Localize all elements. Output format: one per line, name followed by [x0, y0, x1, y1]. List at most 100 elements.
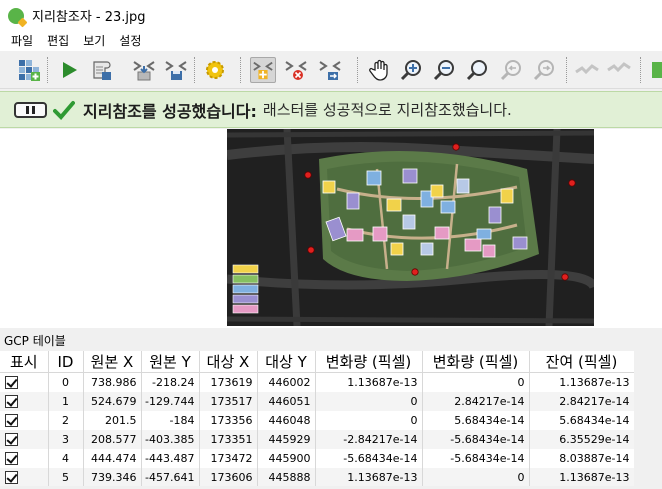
map-canvas[interactable] [0, 129, 662, 328]
title-bar: 지리참조자 - 23.jpg [0, 0, 662, 31]
zoom-in-icon[interactable] [399, 57, 425, 83]
full-histogram-stretch-icon[interactable] [646, 57, 662, 83]
checkbox-checked-icon[interactable] [5, 413, 18, 427]
cell-residual: 8.03887e-14 [529, 448, 634, 468]
cell-residual: 2.84217e-14 [529, 391, 634, 411]
enabled-checkbox[interactable] [0, 410, 49, 430]
message-title: 지리참조를 성공했습니다: [83, 101, 257, 121]
checkbox-checked-icon[interactable] [5, 394, 18, 408]
cell-dst-x: 173351 [199, 429, 258, 449]
cell-dst-y: 445888 [257, 467, 316, 486]
cell-dst-x: 173472 [199, 448, 258, 468]
column-header-id[interactable]: ID [48, 351, 84, 373]
cell-src-y: -457.641 [141, 467, 200, 486]
table-row[interactable]: 1 524.679 -129.744 173517 446051 0 2.842… [0, 391, 634, 411]
cell-id: 2 [48, 410, 84, 430]
enabled-checkbox[interactable] [0, 467, 49, 486]
start-georeferencing-icon[interactable] [56, 57, 82, 83]
delete-point-icon[interactable] [283, 57, 309, 83]
column-header-dy[interactable]: 변화량 (픽셀) [422, 351, 530, 373]
cell-src-x: 444.474 [83, 448, 142, 468]
link-qgis-to-georeferencer-icon[interactable] [606, 57, 632, 83]
checkbox-checked-icon[interactable] [5, 432, 18, 446]
zoom-last-icon[interactable] [499, 57, 525, 83]
cell-dst-x: 173517 [199, 391, 258, 411]
georeferencer-window: 지리참조자 - 23.jpg 파일 편집 보기 설정 지리참조를 성공했습니다:… [0, 0, 662, 489]
table-row[interactable]: 3 208.577 -403.385 173351 445929 -2.8421… [0, 429, 634, 449]
cell-dx: -2.84217e-14 [315, 429, 423, 449]
toolbar-separator [240, 57, 241, 83]
zoom-out-icon[interactable] [432, 57, 458, 83]
pause-button[interactable] [14, 101, 47, 118]
cell-dx: 0 [315, 410, 423, 430]
column-header-dx[interactable]: 변화량 (픽셀) [315, 351, 423, 373]
cell-dy: -5.68434e-14 [422, 429, 530, 449]
cell-dx: 1.13687e-13 [315, 467, 423, 486]
enabled-checkbox[interactable] [0, 448, 49, 468]
menu-edit[interactable]: 편집 [40, 31, 76, 51]
table-row[interactable]: 2 201.5 -184 173356 446048 0 5.68434e-14… [0, 410, 634, 430]
save-gcp-points-icon[interactable] [163, 57, 189, 83]
add-point-icon[interactable] [250, 57, 276, 83]
menu-settings[interactable]: 설정 [112, 31, 148, 51]
column-header-src-x[interactable]: 원본 X [83, 351, 142, 373]
pan-icon[interactable] [367, 57, 393, 83]
cell-dst-y: 445900 [257, 448, 316, 468]
checkbox-checked-icon[interactable] [5, 470, 18, 484]
cell-dst-x: 173356 [199, 410, 258, 430]
move-gcp-point-icon[interactable] [317, 57, 343, 83]
enabled-checkbox[interactable] [0, 372, 49, 392]
checkbox-checked-icon[interactable] [5, 451, 18, 465]
column-header-dst-x[interactable]: 대상 X [199, 351, 258, 373]
cell-dy: 0 [422, 372, 530, 392]
menu-view[interactable]: 보기 [76, 31, 112, 51]
cell-src-x: 739.346 [83, 467, 142, 486]
pause-icon [26, 105, 29, 114]
cell-src-y: -443.487 [141, 448, 200, 468]
load-gcp-points-icon[interactable] [131, 57, 157, 83]
cell-id: 3 [48, 429, 84, 449]
message-bar: 지리참조를 성공했습니다: 래스터를 성공적으로 지리참조했습니다. [0, 91, 662, 128]
column-header-src-y[interactable]: 원본 Y [141, 351, 200, 373]
column-header-dst-y[interactable]: 대상 Y [257, 351, 316, 373]
zoom-next-icon[interactable] [532, 57, 558, 83]
toolbar-separator [566, 57, 567, 83]
cell-id: 5 [48, 467, 84, 486]
cell-residual: 5.68434e-14 [529, 410, 634, 430]
cell-dy: 2.84217e-14 [422, 391, 530, 411]
table-row[interactable]: 0 738.986 -218.24 173619 446002 1.13687e… [0, 372, 634, 392]
table-scroll-area [634, 351, 662, 486]
success-check-icon [53, 100, 75, 120]
generate-gdal-script-icon[interactable] [89, 57, 115, 83]
cell-src-x: 738.986 [83, 372, 142, 392]
zoom-to-layer-icon[interactable] [465, 57, 491, 83]
cell-dst-y: 446051 [257, 391, 316, 411]
cell-residual: 1.13687e-13 [529, 467, 634, 486]
cell-dst-y: 445929 [257, 429, 316, 449]
enabled-checkbox[interactable] [0, 391, 49, 411]
toolbar-separator [47, 57, 48, 83]
checkbox-checked-icon[interactable] [5, 376, 18, 389]
panel-splitter[interactable] [0, 328, 662, 334]
toolbar-separator [357, 57, 358, 83]
raster-image[interactable] [227, 129, 594, 326]
cell-id: 0 [48, 372, 84, 392]
open-raster-icon[interactable] [16, 57, 42, 83]
cell-id: 1 [48, 391, 84, 411]
column-header-residual[interactable]: 잔여 (픽셀) [529, 351, 634, 373]
cell-dst-x: 173619 [199, 372, 258, 392]
toolbar-separator [194, 57, 195, 83]
table-row[interactable]: 4 444.474 -443.487 173472 445900 -5.6843… [0, 448, 634, 468]
toolbar-separator [640, 57, 641, 83]
enabled-checkbox[interactable] [0, 429, 49, 449]
cell-src-y: -184 [141, 410, 200, 430]
link-georeferencer-to-qgis-icon[interactable] [574, 57, 600, 83]
menu-file[interactable]: 파일 [4, 31, 40, 51]
transformation-settings-icon[interactable] [202, 57, 228, 83]
table-row[interactable]: 5 739.346 -457.641 173606 445888 1.13687… [0, 467, 634, 486]
cell-src-x: 524.679 [83, 391, 142, 411]
cell-src-y: -403.385 [141, 429, 200, 449]
message-text: 래스터를 성공적으로 지리참조했습니다. [262, 101, 512, 119]
cell-src-x: 201.5 [83, 410, 142, 430]
column-header-enabled[interactable]: 표시 [0, 351, 49, 373]
